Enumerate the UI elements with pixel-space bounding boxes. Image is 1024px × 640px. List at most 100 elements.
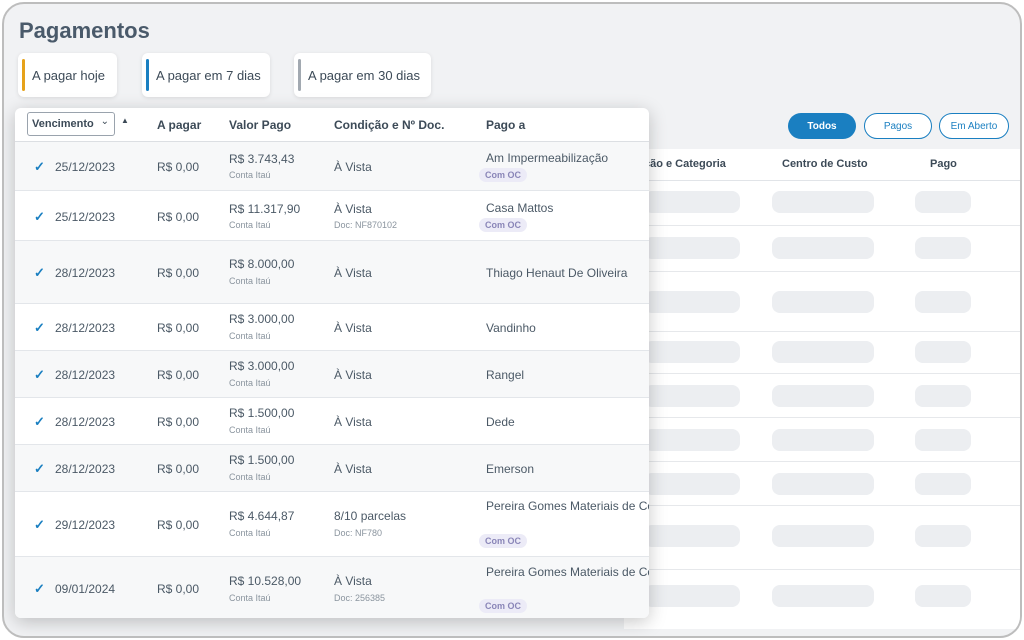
- card-pay-30-days[interactable]: A pagar em 30 dias: [294, 53, 431, 97]
- table-row[interactable]: ✓ 28/12/2023 R$ 0,00 R$ 8.000,00 Conta I…: [15, 241, 649, 304]
- table-row[interactable]: ✓ 28/12/2023 R$ 0,00 R$ 1.500,00 Conta I…: [15, 445, 649, 492]
- placeholder-bar: [772, 237, 874, 259]
- paid-value: R$ 3.000,00: [229, 359, 295, 373]
- payee: Rangel: [486, 368, 525, 382]
- amount-to-pay: R$ 0,00: [157, 415, 200, 429]
- table-row[interactable]: ✓ 25/12/2023 R$ 0,00 R$ 3.743,43 Conta I…: [15, 142, 649, 191]
- placeholder-bar: [915, 473, 971, 495]
- payment-condition: À Vista: [334, 160, 372, 174]
- placeholder-bar: [772, 385, 874, 407]
- table-row[interactable]: ✓ 28/12/2023 R$ 0,00 R$ 1.500,00 Conta I…: [15, 398, 649, 445]
- paid-value: R$ 10.528,00: [229, 574, 302, 588]
- placeholder-bar: [772, 525, 874, 547]
- background-table-header: ção e Categoria Centro de Custo Pago: [624, 149, 1020, 181]
- payment-condition: À Vista: [334, 202, 372, 216]
- due-date: 28/12/2023: [55, 266, 116, 280]
- payee: Casa Mattos: [486, 201, 554, 215]
- document-number: Doc: NF780: [334, 528, 383, 538]
- check-icon: ✓: [34, 517, 45, 532]
- payee: Am Impermeabilização: [486, 151, 609, 165]
- divider: [624, 505, 1020, 506]
- placeholder-bar: [915, 585, 971, 607]
- table-row[interactable]: ✓ 29/12/2023 R$ 0,00 R$ 4.644,87 Conta I…: [15, 492, 649, 557]
- paid-value: R$ 1.500,00: [229, 453, 295, 467]
- sort-ascending-icon[interactable]: ▲: [121, 116, 129, 125]
- document-number: Doc: NF870102: [334, 220, 398, 230]
- placeholder-bar: [644, 473, 740, 495]
- header-paid-value: Valor Pago: [229, 118, 292, 132]
- payment-condition: À Vista: [334, 266, 372, 280]
- placeholder-bar: [915, 385, 971, 407]
- filter-paid-button[interactable]: Pagos: [864, 113, 932, 139]
- purchase-order-badge: Com OC: [479, 599, 527, 613]
- due-date: 28/12/2023: [55, 368, 116, 382]
- amount-to-pay: R$ 0,00: [157, 518, 200, 532]
- chevron-down-icon: ⌄: [100, 116, 109, 127]
- table-row[interactable]: ✓ 28/12/2023 R$ 0,00 R$ 3.000,00 Conta I…: [15, 304, 649, 351]
- sort-select-value: Vencimento: [32, 118, 94, 130]
- background-table: ção e Categoria Centro de Custo Pago: [624, 149, 1020, 629]
- amount-to-pay: R$ 0,00: [157, 462, 200, 476]
- placeholder-bar: [772, 585, 874, 607]
- divider: [624, 225, 1020, 226]
- payee: Pereira Gomes Materiais de Construção: [486, 565, 649, 579]
- placeholder-bar: [915, 237, 971, 259]
- table-row[interactable]: ✓ 09/01/2024 R$ 0,00 R$ 10.528,00 Conta …: [15, 557, 649, 618]
- amount-to-pay: R$ 0,00: [157, 210, 200, 224]
- paid-value: R$ 4.644,87: [229, 509, 295, 523]
- app-window: Pagamentos A pagar hoje A pagar em 7 dia…: [2, 2, 1022, 638]
- account-name: Conta Itaú: [229, 170, 271, 180]
- account-name: Conta Itaú: [229, 276, 271, 286]
- header-paid-to: Pago a: [486, 118, 526, 132]
- placeholder-bar: [772, 191, 874, 213]
- placeholder-bar: [644, 341, 740, 363]
- check-icon: ✓: [34, 414, 45, 429]
- filter-all-button[interactable]: Todos: [788, 113, 856, 139]
- due-date: 28/12/2023: [55, 462, 116, 476]
- divider: [624, 569, 1020, 570]
- card-color-bar: [146, 59, 149, 91]
- sort-select[interactable]: Vencimento ⌄: [27, 112, 115, 136]
- bg-header-classification: ção e Categoria: [644, 158, 726, 170]
- account-name: Conta Itaú: [229, 528, 271, 538]
- card-pay-7-days[interactable]: A pagar em 7 dias: [142, 53, 270, 97]
- placeholder-bar: [915, 191, 971, 213]
- account-name: Conta Itaú: [229, 472, 271, 482]
- due-date: 28/12/2023: [55, 415, 116, 429]
- amount-to-pay: R$ 0,00: [157, 368, 200, 382]
- check-icon: ✓: [34, 159, 45, 174]
- placeholder-bar: [644, 291, 740, 313]
- paid-value: R$ 8.000,00: [229, 257, 295, 271]
- placeholder-bar: [915, 291, 971, 313]
- placeholder-bar: [644, 525, 740, 547]
- payment-condition: À Vista: [334, 574, 372, 588]
- purchase-order-badge: Com OC: [479, 534, 527, 548]
- card-color-bar: [22, 59, 25, 91]
- payment-condition: 8/10 parcelas: [334, 509, 407, 523]
- purchase-order-badge: Com OC: [479, 218, 527, 232]
- filter-open-button[interactable]: Em Aberto: [939, 113, 1009, 139]
- due-date: 28/12/2023: [55, 321, 116, 335]
- page-title: Pagamentos: [19, 18, 150, 43]
- due-date: 25/12/2023: [55, 160, 116, 174]
- account-name: Conta Itaú: [229, 378, 271, 388]
- payee: Emerson: [486, 462, 535, 476]
- placeholder-bar: [915, 429, 971, 451]
- payment-condition: À Vista: [334, 368, 372, 382]
- check-icon: ✓: [34, 265, 45, 280]
- table-row[interactable]: ✓ 28/12/2023 R$ 0,00 R$ 3.000,00 Conta I…: [15, 351, 649, 398]
- payee: Pereira Gomes Materiais de Construção: [486, 499, 649, 513]
- paid-value: R$ 1.500,00: [229, 406, 295, 420]
- payee: Vandinho: [486, 321, 536, 335]
- due-date: 29/12/2023: [55, 518, 116, 532]
- due-date: 09/01/2024: [55, 582, 116, 596]
- placeholder-bar: [772, 291, 874, 313]
- due-date: 25/12/2023: [55, 210, 116, 224]
- payments-table: Vencimento ⌄ ▲ A pagar Valor Pago Condiç…: [15, 108, 649, 618]
- card-pay-today[interactable]: A pagar hoje: [18, 53, 117, 97]
- divider: [624, 271, 1020, 272]
- table-row[interactable]: ✓ 25/12/2023 R$ 0,00 R$ 11.317,90 Conta …: [15, 191, 649, 241]
- check-icon: ✓: [34, 320, 45, 335]
- paid-value: R$ 11.317,90: [229, 202, 301, 216]
- account-name: Conta Itaú: [229, 331, 271, 341]
